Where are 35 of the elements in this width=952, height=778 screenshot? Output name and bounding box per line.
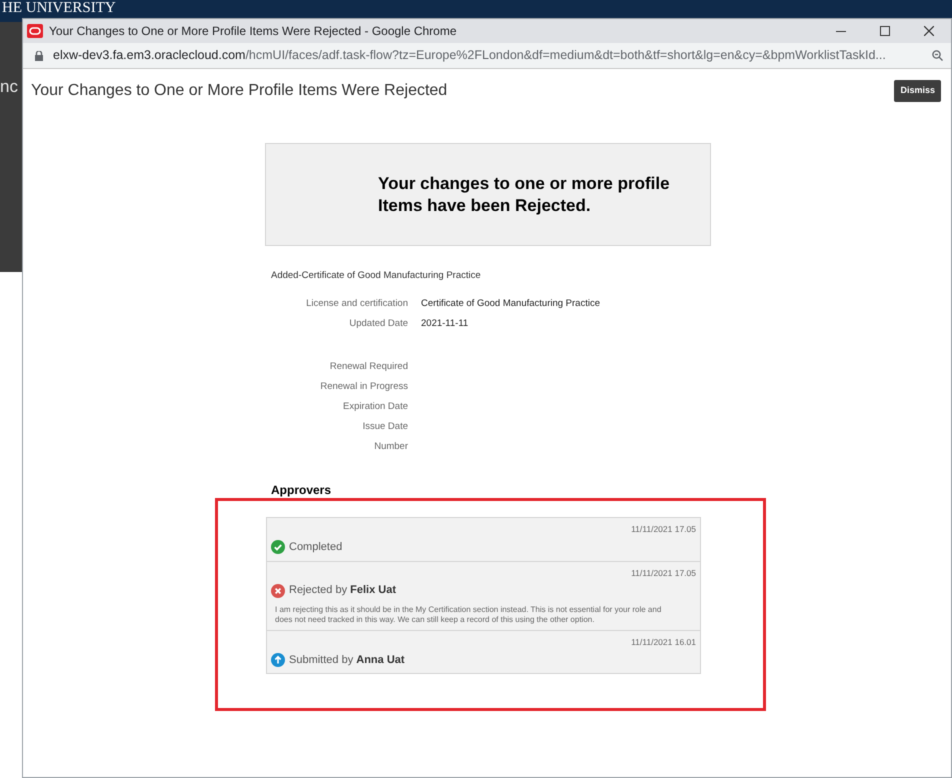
field-label: Expiration Date	[342, 400, 408, 414]
timestamp: 11/11/2021 17.05	[631, 523, 696, 536]
lock-icon	[35, 50, 43, 60]
minimize-icon	[836, 30, 846, 32]
timestamp: 11/11/2021 17.05	[631, 566, 696, 580]
url-text: elxw-dev3.fa.em3.oraclecloud.com/hcmUI/faces/adf.task-flow?tz=Europe%2FLondon&df=medium&dt=both&tf=short&lg=en&cy=&bpmWorklistTaskId...	[53, 47, 886, 64]
field-label: Updated Date	[348, 316, 408, 331]
window-title: Your Changes to One or More Profile Items Were Rejected - Google Chrome	[49, 23, 457, 40]
approvers-heading: Approvers	[271, 482, 332, 500]
item-heading: Added-Certificate of Good Manufacturing Practice	[271, 269, 482, 283]
logo-text: HE UNIVERSITY	[2, 1, 116, 16]
field-value: Certificate of Good Manufacturing Practice	[421, 296, 600, 311]
dismiss-button[interactable]: Dismiss	[894, 80, 941, 102]
check-circle-icon	[271, 540, 285, 554]
field-label: Issue Date	[362, 420, 408, 434]
app-icon	[27, 24, 43, 38]
up-arrow-circle-icon	[271, 652, 285, 667]
field-label: Renewal Required	[328, 360, 408, 374]
approval-status: Submitted by Anna Uat	[289, 652, 405, 668]
field-label: Renewal in Progress	[319, 380, 408, 394]
maximize-icon	[880, 26, 890, 36]
field-label: License and certification	[305, 296, 408, 311]
approval-comment: I am rejecting this as it should be in the My Certification section instead. This is not essential for your role and does not need tracked in this way. We can still keep a record of this using the other option.	[275, 604, 662, 625]
background-text: nc	[0, 78, 18, 95]
field-value: 2021-11-11	[421, 316, 468, 331]
banner-text: Your changes to one or more profile Items have been Rejected.	[378, 172, 671, 216]
zoom-icon[interactable]	[932, 50, 943, 61]
x-circle-icon	[271, 584, 285, 598]
address-bar[interactable]: elxw-dev3.fa.em3.oraclecloud.com/hcmUI/faces/adf.task-flow?tz=Europe%2FLondon&df=medium&dt=both&tf=short&lg=en&cy=&bpmWorklistTaskId...	[23, 43, 951, 69]
approval-status: Completed	[289, 540, 342, 555]
timestamp: 11/11/2021 16.01	[631, 636, 696, 648]
page-title: Your Changes to One or More Profile Items Were Rejected	[31, 81, 448, 101]
close-icon	[924, 26, 934, 36]
field-label: Number	[373, 440, 408, 454]
approval-status: Rejected by Felix Uat	[289, 583, 396, 598]
